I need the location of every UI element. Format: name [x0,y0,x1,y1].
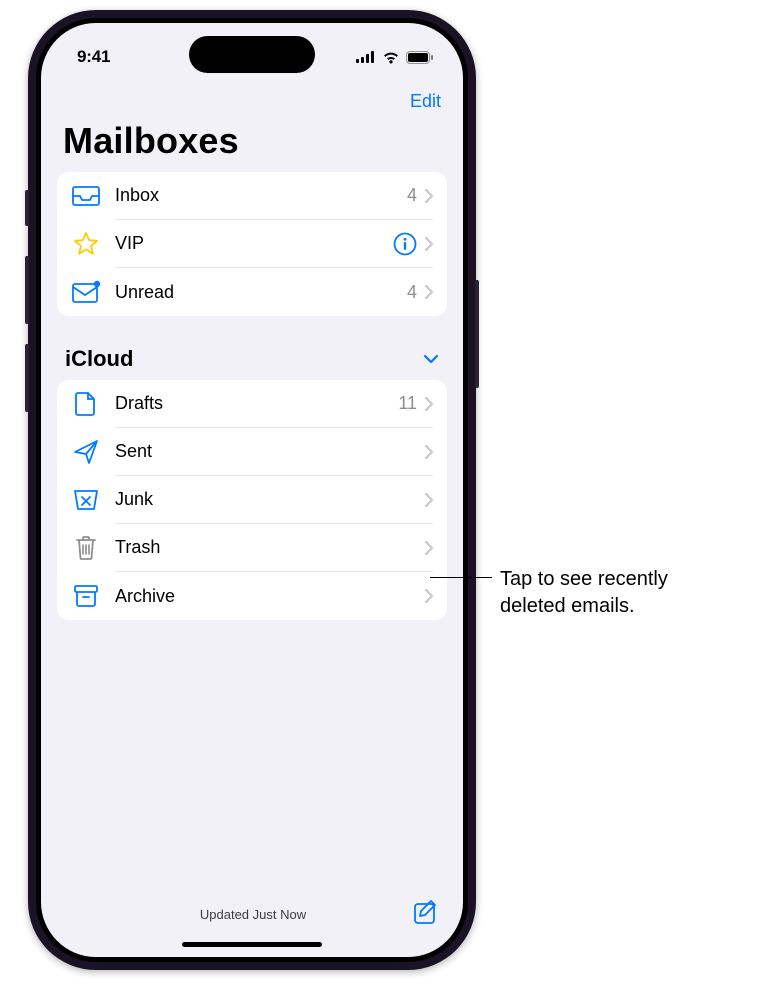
home-indicator-wrap [41,942,463,957]
archive-icon [71,581,101,611]
unread-icon [71,277,101,307]
mailbox-unread[interactable]: Unread 4 [57,268,447,316]
mailbox-count: 4 [407,185,417,206]
info-button[interactable] [393,232,417,256]
mailbox-junk[interactable]: Junk [57,476,447,524]
status-icons [356,51,433,64]
icloud-section-header[interactable]: iCloud [57,316,447,380]
info-icon [393,232,417,256]
sent-icon [71,437,101,467]
mailbox-label: VIP [115,233,393,254]
mailbox-vip[interactable]: VIP [57,220,447,268]
volume-down-button [25,344,29,412]
edit-button[interactable]: Edit [410,91,441,112]
compose-button[interactable] [413,899,439,930]
mailbox-archive[interactable]: Archive [57,572,447,620]
chevron-right-icon [425,237,433,251]
chevron-right-icon [425,285,433,299]
nav-bar: Edit [41,85,463,116]
junk-icon [71,485,101,515]
phone-frame: 9:41 Edit Mailboxes [28,10,476,970]
chevron-right-icon [425,493,433,507]
star-icon [71,229,101,259]
dynamic-island [189,36,315,73]
drafts-icon [71,389,101,419]
chevron-right-icon [425,541,433,555]
toolbar: Updated Just Now [41,885,463,942]
mailbox-sent[interactable]: Sent [57,428,447,476]
power-button [475,280,479,388]
mailbox-trash[interactable]: Trash [57,524,447,572]
chevron-right-icon [425,589,433,603]
chevron-down-icon [423,354,439,364]
mailbox-inbox[interactable]: Inbox 4 [57,172,447,220]
mailbox-label: Archive [115,586,425,607]
mailbox-label: Inbox [115,185,407,206]
page-title: Mailboxes [41,116,463,172]
trash-icon [71,533,101,563]
battery-icon [406,51,433,64]
mailbox-count: 4 [407,282,417,303]
silent-switch [25,190,29,226]
mailbox-drafts[interactable]: Drafts 11 [57,380,447,428]
chevron-right-icon [425,397,433,411]
compose-icon [413,899,439,925]
mailbox-label: Unread [115,282,407,303]
screen: 9:41 Edit Mailboxes [41,23,463,957]
chevron-right-icon [425,445,433,459]
home-indicator[interactable] [182,942,322,947]
volume-up-button [25,256,29,324]
chevron-right-icon [425,189,433,203]
mailbox-label: Trash [115,537,425,558]
wifi-icon [382,51,400,64]
mailbox-label: Junk [115,489,425,510]
cellular-icon [356,51,376,63]
inbox-icon [71,181,101,211]
updated-status: Updated Just Now [200,907,306,922]
smart-mailbox-list: Inbox 4 VIP [57,172,447,316]
section-title: iCloud [65,346,133,372]
icloud-mailbox-list: Drafts 11 Sent [57,380,447,620]
mailbox-count: 11 [398,393,417,414]
mailbox-label: Drafts [115,393,398,414]
callout-text: Tap to see recently deleted emails. [500,566,668,620]
callout-line [430,577,492,578]
mailbox-label: Sent [115,441,425,462]
status-time: 9:41 [77,47,110,67]
content-scroll[interactable]: Inbox 4 VIP [41,172,463,885]
